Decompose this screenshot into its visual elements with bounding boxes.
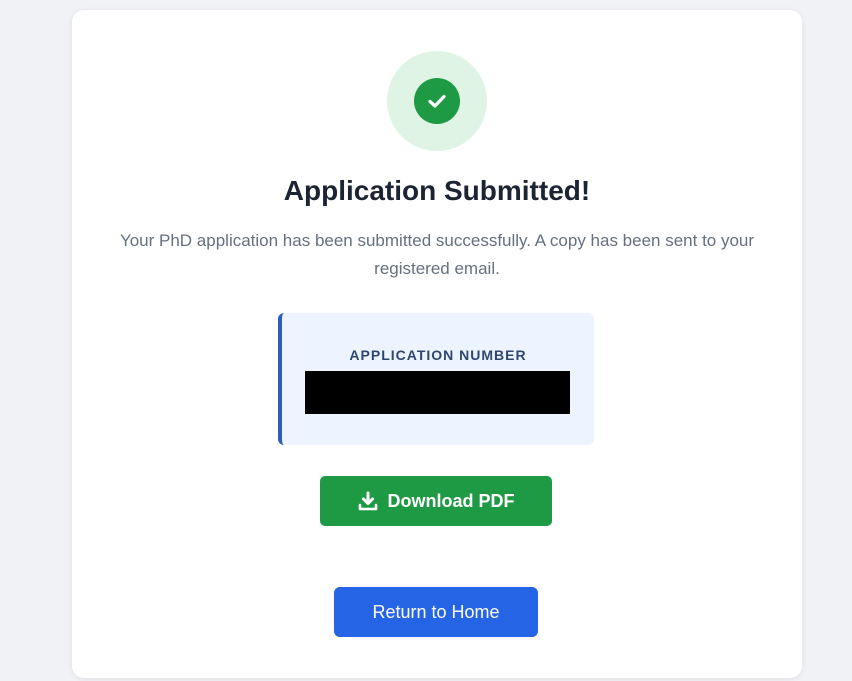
confirmation-card: Application Submitted! Your PhD applicat… xyxy=(72,10,802,678)
download-icon xyxy=(358,491,378,511)
success-message: Your PhD application has been submitted … xyxy=(119,231,755,278)
download-pdf-label: Download PDF xyxy=(387,490,515,511)
application-number-label: APPLICATION NUMBER xyxy=(349,347,527,363)
download-pdf-button[interactable]: Download PDF xyxy=(320,476,552,526)
check-circle-icon xyxy=(414,78,460,124)
success-badge xyxy=(387,51,487,151)
return-home-label: Return to Home xyxy=(372,601,500,622)
page-title: Application Submitted! xyxy=(283,175,591,206)
return-home-button[interactable]: Return to Home xyxy=(334,587,538,637)
application-number-redacted xyxy=(305,371,570,414)
application-number-panel: APPLICATION NUMBER xyxy=(278,313,594,445)
